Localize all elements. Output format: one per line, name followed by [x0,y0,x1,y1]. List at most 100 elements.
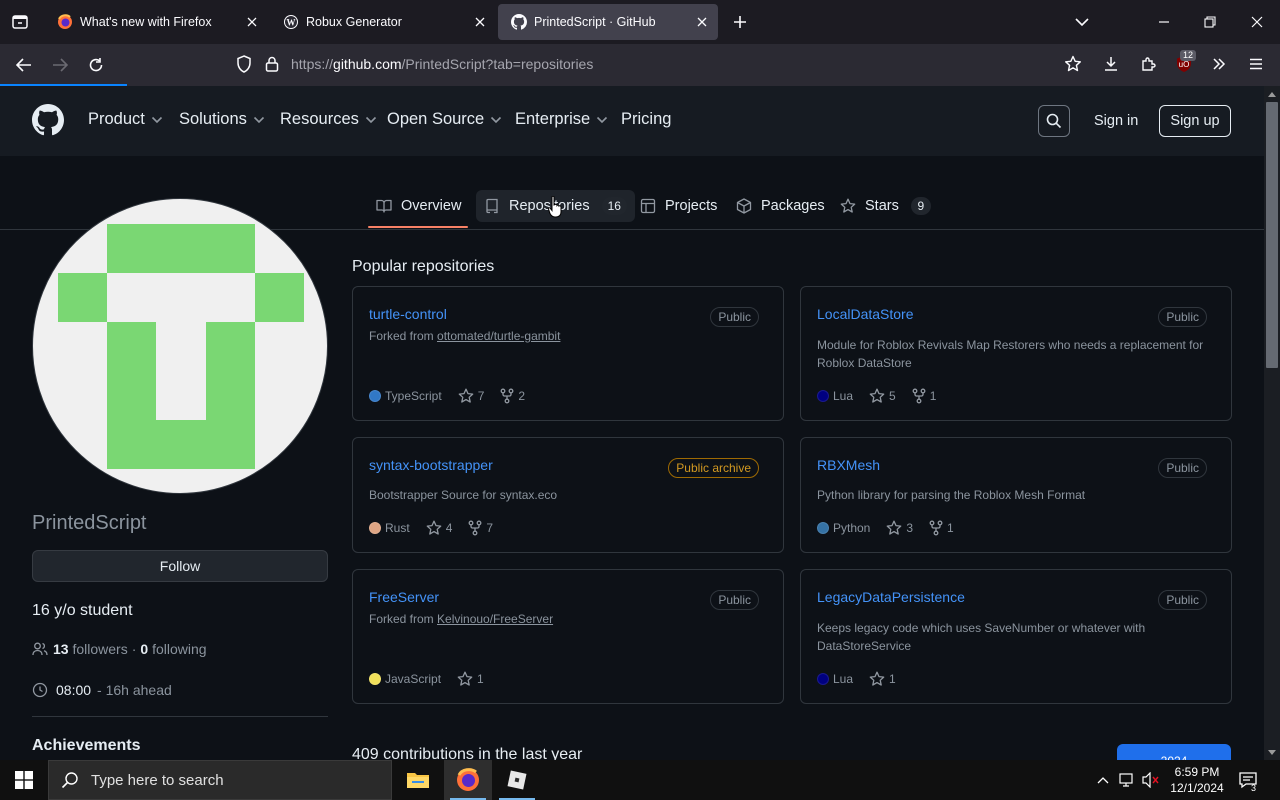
close-icon[interactable] [244,14,260,30]
hamburger-menu-icon [1250,58,1262,70]
repo-stars[interactable]: 3 [886,520,913,536]
nav-label: Pricing [621,110,672,128]
lock-icon[interactable] [262,54,282,74]
avatar[interactable] [32,198,328,494]
firefox-view-button[interactable] [0,0,40,44]
repo-forks[interactable]: 1 [929,520,954,536]
bookmark-star-button[interactable] [1061,52,1085,76]
sign-in-link[interactable]: Sign in [1094,113,1138,129]
fork-icon [929,520,943,536]
following-link[interactable]: 0 following [140,641,206,657]
time-offset: - 16h ahead [97,682,172,698]
selected-tab-indicator [368,226,468,228]
repo-stars[interactable]: 5 [869,388,896,404]
more-tools-button[interactable] [1207,52,1231,76]
windows-taskbar: Type here to search 6:59 PM 12/1/2024 [0,760,1280,800]
forked-from-link[interactable]: ottomated/turtle-gambit [437,329,560,343]
close-icon[interactable] [472,14,488,30]
chevron-down-icon [1075,18,1089,27]
volume-muted-icon[interactable] [1140,760,1162,800]
search-button[interactable] [1038,105,1070,137]
url-bar[interactable]: https://github.com/PrintedScript?tab=rep… [228,48,1096,80]
repo-stars[interactable]: 4 [426,520,452,536]
visibility-badge: Public [710,307,759,327]
sign-up-button[interactable]: Sign up [1159,105,1231,137]
repo-forks[interactable]: 1 [912,388,936,404]
repo-name-link[interactable]: turtle-control [369,306,447,322]
visibility-badge: Public archive [668,458,759,478]
url-text[interactable]: https://github.com/PrintedScript?tab=rep… [291,56,593,72]
forked-from-link[interactable]: Kelvinouo/FreeServer [437,612,553,626]
repo-stars[interactable]: 1 [869,671,896,687]
forward-button[interactable] [48,53,72,77]
achievements-heading[interactable]: Achievements [32,737,141,755]
tab-whats-new[interactable]: What's new with Firefox [44,4,268,40]
nav-resources[interactable]: Resources [280,110,377,129]
repo-name-link[interactable]: LocalDataStore [817,306,914,322]
extensions-button[interactable] [1136,52,1160,76]
language-color-dot [369,673,381,685]
firefox-taskbar-button[interactable] [444,760,492,800]
browser-toolbar: https://github.com/PrintedScript?tab=rep… [0,44,1280,86]
repo-name-link[interactable]: RBXMesh [817,457,880,473]
file-explorer-taskbar-button[interactable] [394,760,442,800]
nav-product[interactable]: Product [88,110,163,129]
repo-stars[interactable]: 1 [457,671,484,687]
repo-stars[interactable]: 7 [458,388,484,404]
repo-meta: Python 3 1 [817,520,970,536]
github-logo-icon[interactable] [32,104,64,136]
tab-title: PrintedScript · GitHub [534,15,656,29]
close-window-button[interactable] [1245,10,1269,34]
restore-button[interactable] [1198,10,1222,34]
repo-name-link[interactable]: LegacyDataPersistence [817,589,965,605]
repo-card: FreeServer Public Forked from Kelvinouo/… [352,569,784,704]
followers-link[interactable]: 13 followers [53,641,128,657]
downloads-button[interactable] [1099,52,1123,76]
repo-forks[interactable]: 2 [500,388,525,404]
nav-solutions[interactable]: Solutions [179,110,265,129]
repo-description: Bootstrapper Source for syntax.eco [369,488,558,502]
github-icon [511,14,527,30]
tab-robux-generator[interactable]: W Robux Generator [270,4,496,40]
shield-icon[interactable] [234,54,254,74]
system-clock[interactable]: 6:59 PM 12/1/2024 [1166,764,1228,796]
people-icon [32,642,48,656]
language-color-dot [817,673,829,685]
scrollbar-thumb[interactable] [1266,102,1278,368]
close-icon[interactable] [694,14,710,30]
app-menu-button[interactable] [1244,52,1268,76]
chevron-down-icon [253,116,264,123]
follow-button[interactable]: Follow [32,550,328,582]
back-button[interactable] [12,53,36,77]
nav-open-source[interactable]: Open Source [387,110,502,129]
wordpress-icon: W [283,14,299,30]
repo-name-link[interactable]: syntax-bootstrapper [369,457,493,473]
repo-name-link[interactable]: FreeServer [369,589,439,605]
nav-pricing[interactable]: Pricing [621,110,671,129]
tab-stars[interactable]: Stars 9 [832,190,939,222]
visibility-badge: Public [1158,458,1207,478]
roblox-studio-taskbar-button[interactable] [493,760,541,800]
taskbar-search-box[interactable]: Type here to search [48,760,392,800]
tab-overview[interactable]: Overview [368,190,469,222]
scroll-up-arrow-icon[interactable] [1264,86,1280,102]
repo-forks[interactable]: 7 [468,520,493,536]
tab-packages[interactable]: Packages [728,190,833,222]
chevron-up-icon [1097,777,1109,784]
repo-description: Keeps legacy code which uses SaveNumber … [817,621,1146,653]
tab-github-printedscript[interactable]: PrintedScript · GitHub [498,4,718,40]
notification-center-icon[interactable] [1236,760,1260,800]
minimize-button[interactable] [1152,10,1176,34]
reload-button[interactable] [84,53,108,77]
start-button[interactable] [0,760,48,800]
tab-projects[interactable]: Projects [632,190,725,222]
arrow-left-icon [16,58,31,72]
network-icon[interactable] [1116,760,1138,800]
chevron-down-icon [365,116,376,123]
star-icon [458,388,474,403]
show-hidden-icons-button[interactable] [1094,760,1112,800]
list-all-tabs-button[interactable] [1070,10,1094,34]
new-tab-button[interactable] [728,10,752,34]
scroll-down-arrow-icon[interactable] [1264,744,1280,760]
nav-enterprise[interactable]: Enterprise [515,110,608,129]
